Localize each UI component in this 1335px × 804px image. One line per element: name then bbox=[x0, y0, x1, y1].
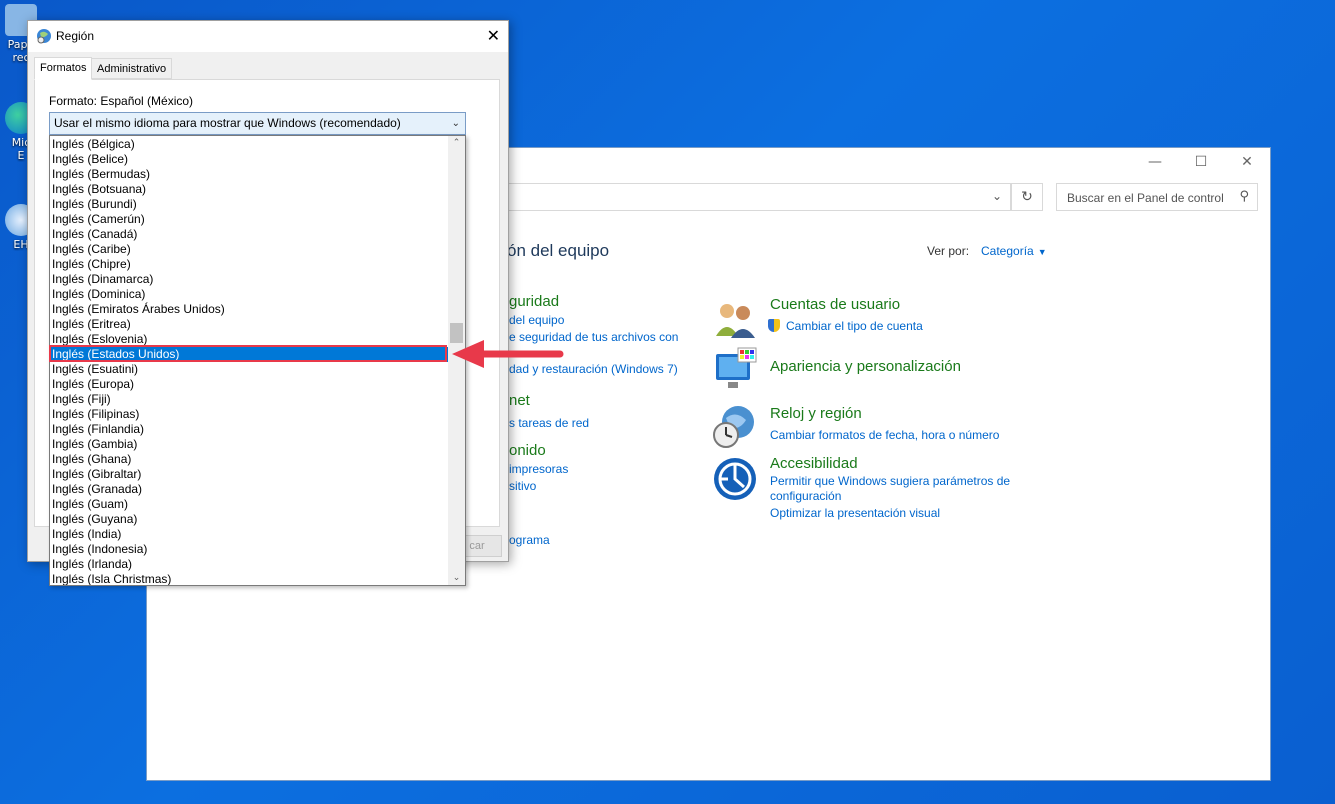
refresh-icon: ↻ bbox=[1021, 189, 1033, 205]
search-input[interactable] bbox=[1065, 184, 1239, 212]
category-title-clock-region[interactable]: Reloj y región bbox=[770, 405, 862, 422]
cancel-button-label: car bbox=[469, 540, 485, 552]
format-combobox[interactable]: Usar el mismo idioma para mostrar que Wi… bbox=[49, 112, 466, 135]
tab-formats[interactable]: Formatos bbox=[34, 57, 93, 80]
clock-region-icon bbox=[713, 406, 754, 448]
list-item[interactable]: Inglés (Eritrea) bbox=[50, 317, 448, 332]
list-item[interactable]: Inglés (Camerún) bbox=[50, 212, 448, 227]
chevron-down-icon[interactable]: ⌄ bbox=[452, 113, 460, 134]
category-link[interactable]: del equipo bbox=[509, 313, 564, 328]
list-item[interactable]: Inglés (Europa) bbox=[50, 377, 448, 392]
refresh-button[interactable]: ↻ bbox=[1011, 183, 1043, 211]
list-item[interactable]: Inglés (Dominica) bbox=[50, 287, 448, 302]
list-item[interactable]: Inglés (Ghana) bbox=[50, 452, 448, 467]
view-by-dropdown[interactable]: Categoría ▼ bbox=[981, 244, 1047, 258]
list-item[interactable]: Inglés (Canadá) bbox=[50, 227, 448, 242]
list-item[interactable]: Inglés (Dinamarca) bbox=[50, 272, 448, 287]
shield-icon bbox=[768, 319, 780, 332]
list-item[interactable]: Inglés (Irlanda) bbox=[50, 557, 448, 572]
scroll-down-icon[interactable]: ⌄ bbox=[448, 573, 465, 583]
list-item[interactable]: Inglés (Botsuana) bbox=[50, 182, 448, 197]
highlight-box bbox=[49, 345, 447, 362]
list-item[interactable]: Inglés (Gibraltar) bbox=[50, 467, 448, 482]
category-title-accessibility[interactable]: Accesibilidad bbox=[770, 455, 858, 472]
category-link[interactable]: s tareas de red bbox=[509, 416, 589, 431]
category-link[interactable]: ograma bbox=[509, 533, 550, 548]
search-box[interactable]: ⚲ bbox=[1056, 183, 1258, 212]
category-title-security[interactable]: guridad bbox=[509, 293, 559, 310]
list-item[interactable]: Inglés (Gambia) bbox=[50, 437, 448, 452]
category-link[interactable]: Optimizar la presentación visual bbox=[770, 506, 940, 521]
tab-administrative[interactable]: Administrativo bbox=[91, 58, 173, 79]
view-by-value: Categoría bbox=[981, 244, 1034, 258]
appearance-icon bbox=[716, 347, 757, 388]
minimize-button[interactable]: — bbox=[1132, 148, 1178, 176]
format-label: Formato: Español (México) bbox=[49, 94, 194, 108]
category-title-hardware[interactable]: onido bbox=[509, 442, 546, 459]
scroll-up-icon[interactable]: ⌃ bbox=[448, 138, 465, 148]
list-item[interactable]: Inglés (Bélgica) bbox=[50, 137, 448, 152]
list-item[interactable]: Inglés (Esuatini) bbox=[50, 362, 448, 377]
list-item[interactable]: Inglés (Emiratos Árabes Unidos) bbox=[50, 302, 448, 317]
category-title-appearance[interactable]: Apariencia y personalización bbox=[770, 358, 961, 375]
chevron-down-icon[interactable]: ⌄ bbox=[992, 189, 1002, 203]
dialog-titlebar: Región ✕ bbox=[28, 21, 508, 52]
list-item[interactable]: Inglés (Fiji) bbox=[50, 392, 448, 407]
category-link[interactable]: sitivo bbox=[509, 479, 536, 494]
list-item[interactable]: Inglés (Filipinas) bbox=[50, 407, 448, 422]
category-title-user-accounts[interactable]: Cuentas de usuario bbox=[770, 296, 900, 313]
caret-down-icon: ▼ bbox=[1037, 247, 1047, 257]
arrow-left-icon bbox=[452, 340, 564, 368]
list-item[interactable]: Inglés (Indonesia) bbox=[50, 542, 448, 557]
list-item[interactable]: Inglés (Guam) bbox=[50, 497, 448, 512]
maximize-button[interactable]: ☐ bbox=[1178, 148, 1224, 176]
list-item[interactable]: Inglés (Finlandia) bbox=[50, 422, 448, 437]
category-link[interactable]: Cambiar formatos de fecha, hora o número bbox=[770, 428, 999, 443]
page-title: ón del equipo bbox=[507, 241, 610, 260]
list-item[interactable]: Inglés (India) bbox=[50, 527, 448, 542]
list-item[interactable]: Inglés (Granada) bbox=[50, 482, 448, 497]
view-by-label: Ver por: bbox=[927, 244, 970, 258]
category-link[interactable]: impresoras bbox=[509, 462, 568, 477]
list-item[interactable]: Inglés (Isla Christmas) bbox=[50, 572, 448, 585]
list-item[interactable]: Inglés (Belice) bbox=[50, 152, 448, 167]
close-button[interactable]: ✕ bbox=[1224, 148, 1270, 176]
combo-value: Usar el mismo idioma para mostrar que Wi… bbox=[54, 116, 401, 130]
list-item[interactable]: Inglés (Chipre) bbox=[50, 257, 448, 272]
dialog-title: Región bbox=[56, 29, 95, 43]
close-icon[interactable]: ✕ bbox=[487, 26, 500, 45]
category-link[interactable]: Permitir que Windows sugiera parámetros … bbox=[770, 474, 1030, 504]
globe-icon bbox=[37, 29, 51, 44]
user-accounts-icon bbox=[716, 304, 755, 338]
category-title-network[interactable]: net bbox=[509, 392, 530, 409]
search-icon[interactable]: ⚲ bbox=[1239, 189, 1249, 204]
list-item[interactable]: Inglés (Bermudas) bbox=[50, 167, 448, 182]
category-link[interactable]: Cambiar el tipo de cuenta bbox=[786, 319, 923, 334]
accessibility-icon bbox=[714, 458, 756, 500]
list-item[interactable]: Inglés (Caribe) bbox=[50, 242, 448, 257]
list-item[interactable]: Inglés (Burundi) bbox=[50, 197, 448, 212]
list-item[interactable]: Inglés (Guyana) bbox=[50, 512, 448, 527]
